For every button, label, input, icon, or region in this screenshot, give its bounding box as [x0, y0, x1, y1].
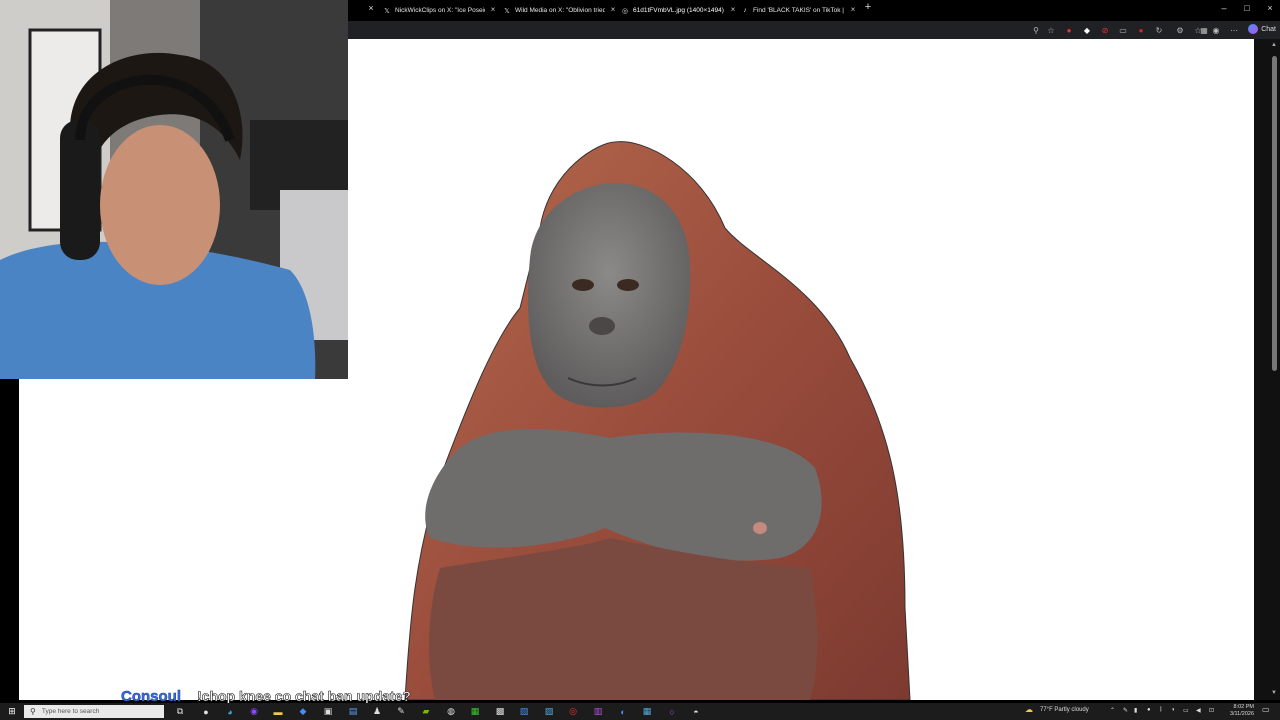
tab-tiktok[interactable]: ♪ Find 'BLACK TAKIS' on TikTok | Tik × [740, 2, 858, 19]
copilot-icon [1248, 24, 1259, 34]
taskbar-app-icon[interactable]: ✎ [394, 705, 408, 718]
bookmark-star-icon[interactable]: ☆ [1045, 24, 1057, 36]
tray-app-icon[interactable]: ⊡ [1209, 707, 1214, 714]
tab-label: NickWickClips on X: "Ice Poseidon [395, 7, 485, 14]
taskbar-app-icon[interactable]: ○ [665, 705, 679, 718]
x-logo-icon: 𝕏 [504, 7, 510, 15]
twitch-icon[interactable]: ◉ [247, 705, 261, 718]
tab-image-jpg[interactable]: ◎ 61d1tFVmbVL.jpg (1400×1494) × [620, 2, 738, 19]
profile-avatar-icon[interactable]: ◉ [1210, 24, 1222, 36]
copilot-chat-button[interactable]: Chat [1248, 24, 1276, 34]
taskbar-app-icon[interactable]: ▨ [542, 705, 556, 718]
taskbar-app-icon[interactable]: ● [199, 705, 213, 718]
close-icon[interactable]: × [848, 5, 858, 14]
scrollbar-thumb[interactable] [1272, 56, 1277, 371]
volume-icon[interactable]: ◀ [1196, 707, 1201, 714]
taskbar-app-icon[interactable]: ▩ [493, 705, 507, 718]
tray-app-icon[interactable]: ▮ [1134, 707, 1137, 714]
tab-nickwickclips[interactable]: 𝕏 NickWickClips on X: "Ice Poseidon × [382, 2, 498, 19]
taskbar-app-icon[interactable]: ▣ [321, 705, 335, 718]
webcam-feed [0, 0, 348, 379]
notifications-icon[interactable]: ▭ [1262, 705, 1270, 714]
windows-start-icon[interactable]: ⊞ [5, 705, 19, 718]
taskbar-app-icon[interactable]: ▤ [346, 705, 360, 718]
extension-record-icon[interactable]: ● [1063, 24, 1075, 36]
more-menu-icon[interactable]: ⋯ [1228, 24, 1240, 36]
weather-text[interactable]: 77°F Partly cloudy [1040, 707, 1089, 713]
tray-app-icon[interactable]: ● [1147, 707, 1151, 713]
tab-label: Find 'BLACK TAKIS' on TikTok | Tik [753, 7, 845, 14]
orangutan-image [404, 141, 911, 700]
taskbar-app-icon[interactable]: ▦ [468, 705, 482, 718]
obs-icon[interactable]: ◍ [444, 705, 458, 718]
search-placeholder: Type here to search [41, 708, 100, 715]
minimize-button[interactable]: – [1217, 3, 1231, 13]
extension-refresh-icon[interactable]: ↻ [1153, 24, 1165, 36]
zoom-icon[interactable]: ⚲ [1030, 24, 1042, 36]
tray-app-icon[interactable]: ◑ [1171, 707, 1175, 713]
bluetooth-icon[interactable]: ᛒ [1159, 707, 1163, 713]
clock-date: 3/11/2026 [1229, 711, 1254, 717]
edge-browser-icon[interactable]: ◕ [223, 705, 237, 718]
browser-toolbar: ⚲ ☆ ◆ ● ⊘ ▭ ● ↻ ⚙ ☆ ▦ ◉ ⋯ Chat [348, 21, 1280, 39]
taskbar-app-icon[interactable]: ◆ [296, 705, 310, 718]
taskbar-app-icon[interactable]: ▦ [640, 705, 654, 718]
window-close-button[interactable]: × [1263, 3, 1277, 13]
search-icon: ⚲ [30, 707, 36, 716]
scroll-up-icon[interactable]: ▲ [1271, 42, 1277, 48]
microphone-icon[interactable]: ✎ [1123, 707, 1128, 714]
close-icon[interactable]: × [608, 5, 618, 14]
extension-diamond-icon[interactable]: ◆ [1081, 24, 1093, 36]
tab-wild-media[interactable]: 𝕏 Wild Media on X: "Oblivion tried × [502, 2, 618, 19]
steam-icon[interactable]: ◓ [689, 705, 703, 718]
taskbar-app-icon[interactable]: ▥ [591, 705, 605, 718]
extension-red-icon[interactable]: ● [1135, 24, 1147, 36]
taskbar-search[interactable]: ⚲ Type here to search [24, 705, 164, 718]
network-icon[interactable]: ▭ [1183, 707, 1189, 714]
x-logo-icon: 𝕏 [384, 7, 390, 15]
tab-label: 61d1tFVmbVL.jpg (1400×1494) [633, 7, 724, 14]
globe-icon: ◎ [621, 7, 629, 15]
chat-label: Chat [1261, 25, 1276, 33]
taskbar-app-icon[interactable]: ♟ [370, 705, 384, 718]
extension-puzzle-icon[interactable]: ⚙ [1174, 24, 1186, 36]
tab-close-icon-prev[interactable]: × [364, 3, 378, 13]
system-clock[interactable]: 8:02 PM 3/11/2026 [1224, 704, 1254, 718]
overlay-chat-message: !chop knee co chat ban update? [197, 688, 412, 705]
scroll-down-icon[interactable]: ▼ [1271, 690, 1277, 696]
weather-icon[interactable]: ☁ [1025, 705, 1033, 714]
windows-taskbar: ⊞ ⚲ Type here to search ⧉ ● ◕ ◉ ▬ ◆ ▣ ▤ … [0, 703, 1280, 720]
taskbar-app-icon[interactable]: ◐ [616, 705, 630, 718]
close-icon[interactable]: × [488, 5, 498, 14]
left-edge [0, 379, 19, 700]
close-icon[interactable]: × [728, 5, 738, 14]
tray-expand-icon[interactable]: ⌃ [1110, 707, 1115, 714]
new-tab-button[interactable]: + [861, 1, 875, 13]
chrome-icon[interactable]: ◎ [566, 705, 580, 718]
nvidia-icon[interactable]: ▰ [419, 705, 433, 718]
extension-cast-icon[interactable]: ▭ [1117, 24, 1129, 36]
maximize-button[interactable]: □ [1240, 3, 1254, 13]
tiktok-icon: ♪ [743, 7, 747, 14]
task-view-icon[interactable]: ⧉ [173, 705, 187, 718]
file-explorer-icon[interactable]: ▬ [271, 705, 285, 718]
clock-time: 8:02 PM [1233, 704, 1254, 710]
collections-icon[interactable]: ▦ [1198, 24, 1210, 36]
tab-label: Wild Media on X: "Oblivion tried [515, 7, 605, 14]
taskbar-app-icon[interactable]: ▧ [517, 705, 531, 718]
extension-block-icon[interactable]: ⊘ [1099, 24, 1111, 36]
